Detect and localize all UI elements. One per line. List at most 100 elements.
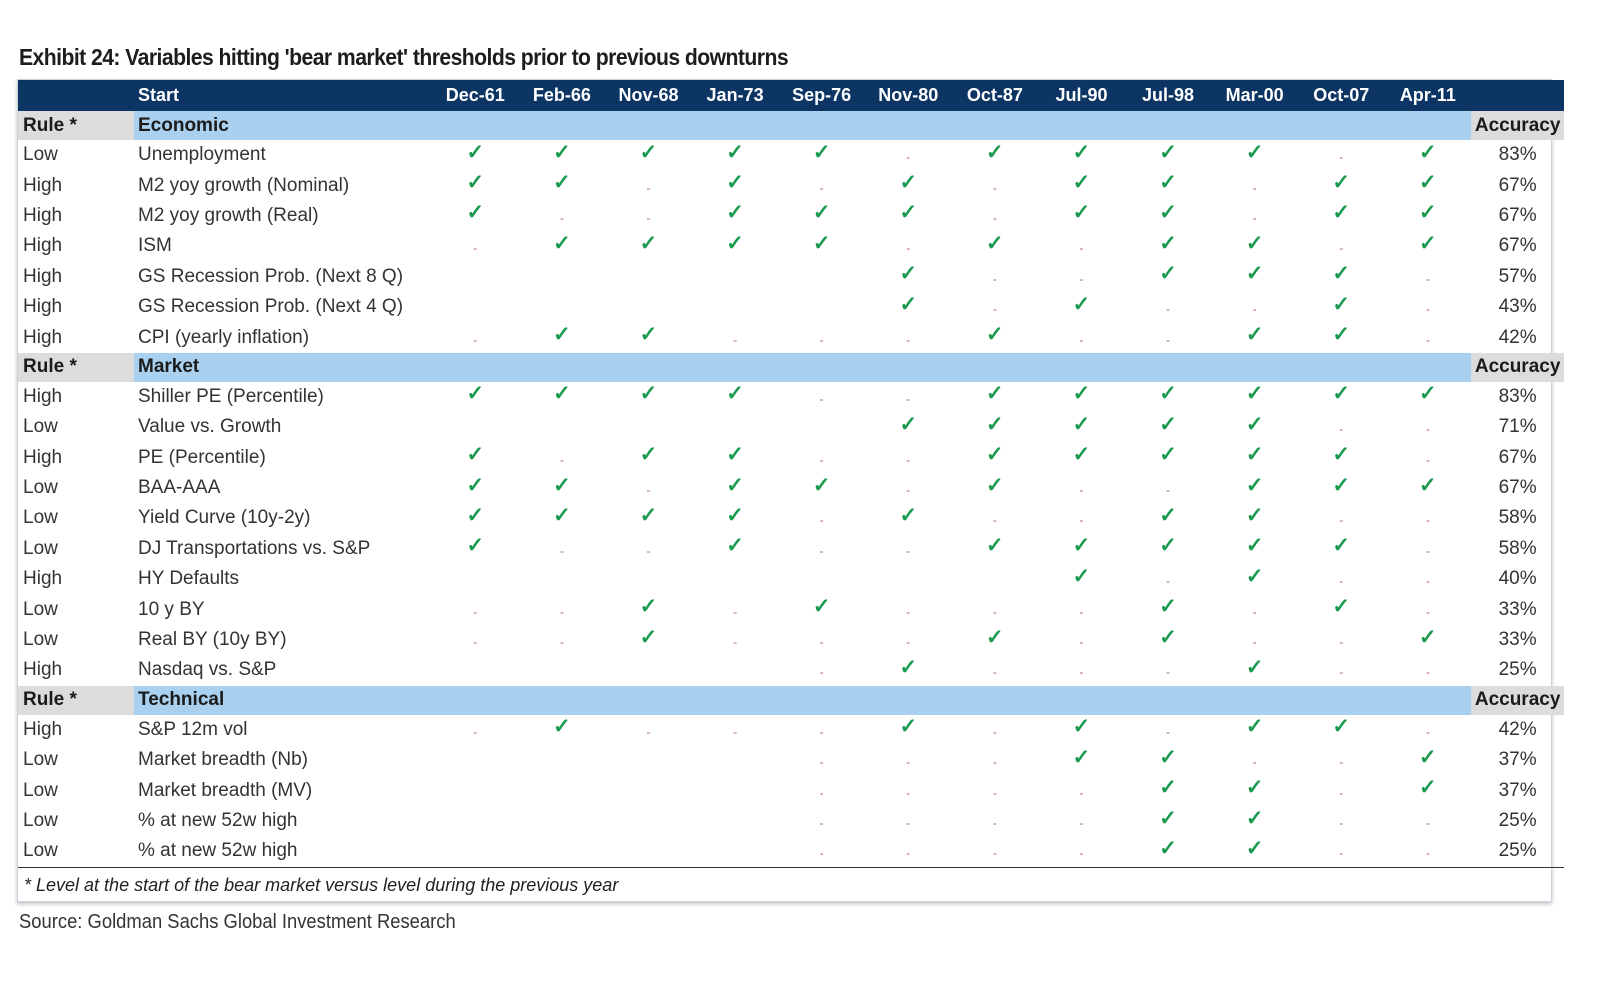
event-cell: -: [1385, 806, 1472, 836]
event-cell: -: [1298, 775, 1385, 805]
event-cell: -: [1385, 503, 1472, 533]
check-icon: ✓: [466, 534, 485, 558]
variable-name: Nasdaq vs. S&P: [138, 659, 277, 681]
dash-icon: -: [1252, 302, 1257, 317]
check-icon: ✓: [553, 715, 571, 739]
variable-name: % at new 52w high: [134, 836, 432, 868]
event-cell: ✓: [952, 625, 1039, 655]
event-cell: -: [692, 715, 779, 745]
event-cell: ✓: [778, 231, 865, 261]
event-cell: [519, 806, 606, 836]
rule-direction: Low: [23, 477, 58, 499]
event-cell: [691, 836, 779, 868]
dash-icon: -: [1425, 574, 1430, 589]
event-cell: ✓: [519, 231, 606, 261]
event-cell: ✓: [1211, 806, 1298, 836]
dash-icon: -: [1252, 635, 1257, 650]
accuracy-value: 57%: [1498, 265, 1537, 287]
event-cell: ✓: [432, 473, 519, 503]
event-cell: [432, 836, 519, 868]
dash-icon: -: [906, 483, 911, 498]
event-cell: ✓: [1298, 322, 1385, 352]
event-cell: ✓: [1385, 382, 1472, 412]
event-cell: [778, 292, 865, 322]
section-name: Market: [134, 352, 1472, 382]
event-cell: ✓: [1211, 564, 1298, 594]
event-cell: ✓: [1125, 806, 1212, 836]
dash-icon: -: [733, 724, 738, 739]
check-icon: ✓: [466, 443, 485, 467]
variable-name: 10 y BY: [138, 598, 205, 620]
event-cell: ✓: [432, 170, 519, 200]
event-cell: [432, 292, 519, 322]
dash-icon: -: [1079, 846, 1084, 861]
event-cell: ✓: [1385, 140, 1472, 170]
event-cell: ✓: [692, 231, 779, 261]
check-icon: ✓: [1332, 382, 1351, 406]
event-cell: -: [1385, 322, 1472, 352]
variable-name: GS Recession Prob. (Next 8 Q): [138, 265, 404, 287]
event-cell: ✓: [692, 382, 779, 412]
event-cell: [692, 292, 779, 322]
check-icon: ✓: [1072, 412, 1091, 436]
event-cell: [605, 292, 692, 322]
check-icon: ✓: [639, 625, 658, 649]
event-cell: [692, 745, 779, 775]
event-cell: ✓: [1125, 745, 1212, 775]
dash-icon: -: [646, 543, 651, 558]
event-cell: ✓: [1125, 170, 1212, 200]
check-icon: ✓: [639, 503, 658, 527]
check-icon: ✓: [1159, 625, 1177, 649]
event-cell: ✓: [1385, 170, 1472, 200]
event-cell: -: [778, 775, 865, 805]
check-icon: ✓: [1332, 595, 1351, 619]
event-cell: -: [1038, 775, 1125, 805]
check-icon: ✓: [1419, 382, 1437, 406]
rule-direction: Low: [23, 598, 58, 620]
event-cell: ✓: [1125, 382, 1212, 412]
dash-icon: -: [906, 604, 911, 619]
table-row: High PE (Percentile) ✓ - ✓ ✓ - - ✓ ✓ ✓ ✓ ✓ - 67%: [18, 443, 1564, 473]
event-cell: -: [605, 715, 692, 745]
event-cell: ✓: [1211, 262, 1298, 292]
dash-icon: -: [1339, 755, 1344, 770]
event-cell: -: [865, 594, 952, 624]
event-cell: ✓: [1125, 201, 1212, 231]
check-icon: ✓: [899, 412, 918, 436]
check-icon: ✓: [1159, 836, 1177, 860]
event-cell: -: [865, 322, 952, 352]
event-cell: ✓: [952, 231, 1039, 261]
event-cell: ✓: [1385, 201, 1472, 231]
check-icon: ✓: [1245, 806, 1264, 830]
event-cell: -: [1385, 715, 1472, 745]
dash-icon: -: [559, 543, 564, 558]
check-icon: ✓: [899, 503, 918, 527]
dash-icon: -: [1425, 604, 1430, 619]
event-cell: -: [778, 170, 865, 200]
dash-icon: -: [559, 635, 564, 650]
dash-icon: -: [646, 724, 651, 739]
event-cell: ✓: [605, 322, 692, 352]
header-event: Nov-68: [605, 80, 692, 111]
header-event: Oct-07: [1297, 80, 1385, 111]
event-cell: [865, 564, 952, 594]
event-cell: ✓: [952, 322, 1039, 352]
check-icon: ✓: [1159, 443, 1177, 467]
accuracy-value: 33%: [1498, 629, 1537, 651]
check-icon: ✓: [553, 473, 571, 497]
event-cell: -: [1385, 594, 1472, 624]
check-icon: ✓: [1245, 262, 1264, 286]
event-cell: ✓: [952, 140, 1039, 170]
event-cell: -: [1038, 231, 1125, 261]
check-icon: ✓: [726, 382, 744, 406]
event-cell: [692, 806, 779, 836]
event-cell: -: [692, 625, 779, 655]
dash-icon: -: [992, 755, 997, 770]
event-cell: ✓: [1298, 382, 1385, 412]
check-icon: ✓: [1245, 564, 1264, 588]
check-icon: ✓: [899, 171, 918, 195]
event-cell: ✓: [1125, 625, 1212, 655]
check-icon: ✓: [466, 503, 485, 527]
dash-icon: -: [1339, 422, 1344, 437]
accuracy-value: 67%: [1498, 477, 1537, 499]
